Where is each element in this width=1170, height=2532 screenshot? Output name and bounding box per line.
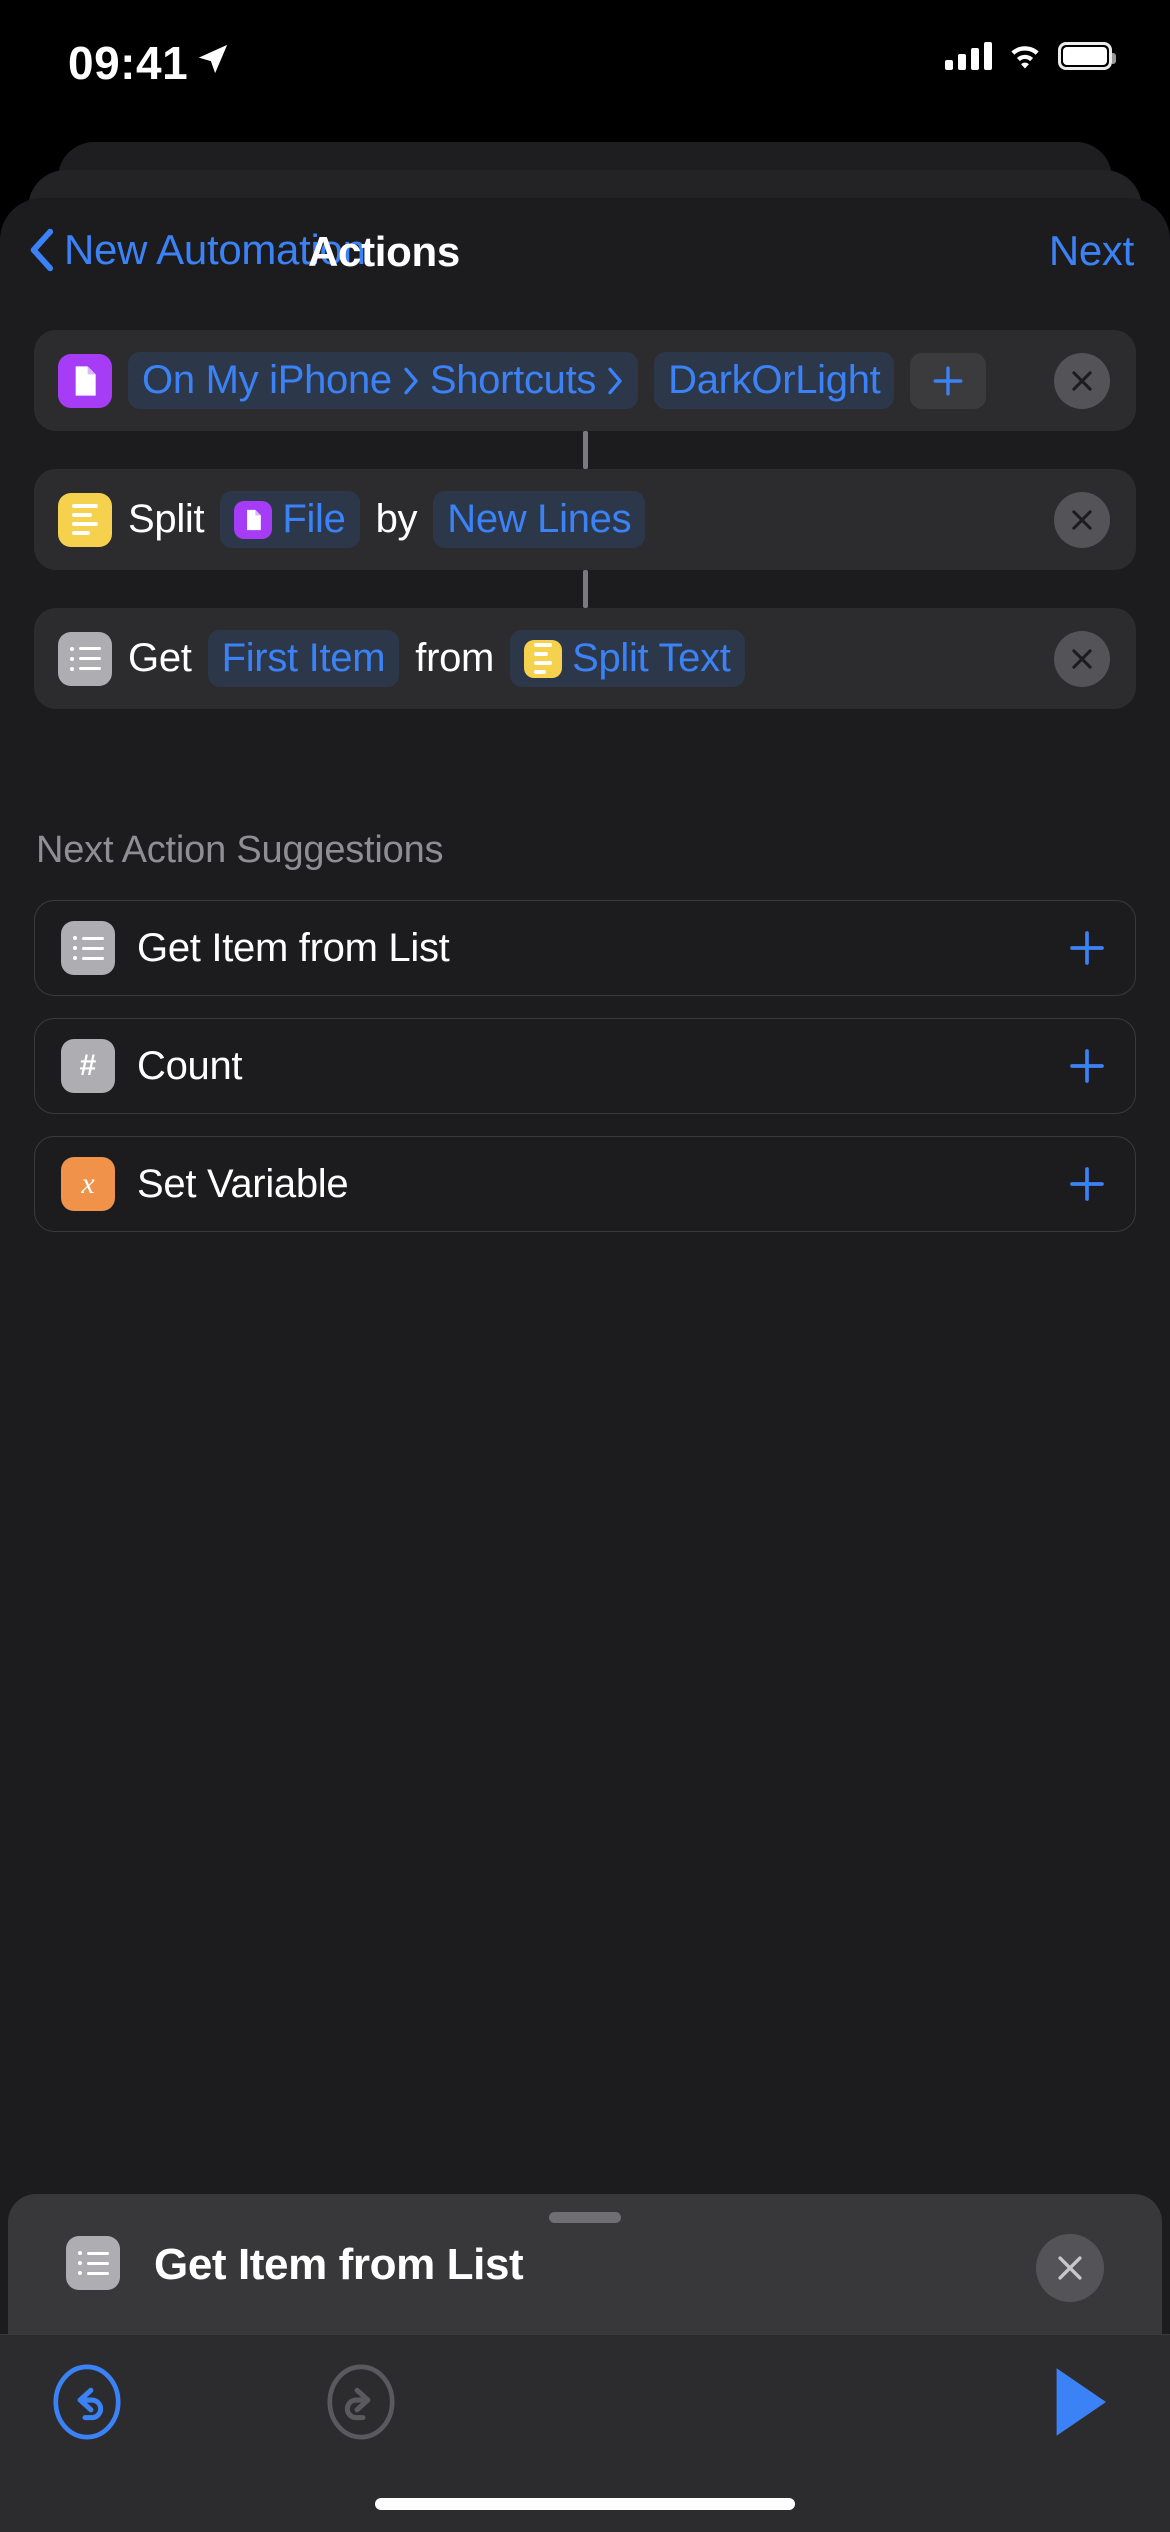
file-document-icon	[58, 353, 112, 408]
suggestions-heading: Next Action Suggestions	[36, 829, 444, 871]
detail-sheet-card: Get Item from List	[8, 2194, 1162, 2334]
chevron-left-icon	[30, 228, 54, 272]
suggestion-row-count[interactable]: # Count	[34, 1018, 1136, 1114]
close-x-icon	[1058, 2256, 1082, 2280]
action-card[interactable]: Split File by New Lines	[34, 469, 1136, 570]
action-list: On My iPhone Shortcuts DarkOrLight Split…	[0, 308, 1170, 709]
suggestion-label: Set Variable	[137, 1161, 349, 1206]
item-index-token[interactable]: First Item	[207, 630, 400, 687]
action-card[interactable]: Get First Item from Split Text	[34, 608, 1136, 709]
iphone-screen: 09:41 New Automation Actions Next On My …	[0, 0, 1170, 2532]
action-word: Get	[128, 636, 192, 680]
suggestion-label: Count	[137, 1043, 243, 1088]
suggestion-label: Get Item from List	[137, 925, 450, 970]
sheet-drag-handle[interactable]	[549, 2212, 621, 2223]
detail-sheet-close-button[interactable]	[1036, 2234, 1104, 2302]
add-file-button[interactable]	[910, 352, 987, 409]
file-path-token[interactable]: On My iPhone Shortcuts	[128, 352, 639, 409]
variable-token-label: File	[282, 497, 346, 541]
status-bar-time: 09:41	[68, 37, 189, 89]
text-lines-icon	[524, 639, 563, 678]
cellular-signal-icon	[945, 40, 992, 70]
actions-sheet: New Automation Actions Next On My iPhone	[0, 198, 1170, 2532]
hash-icon: #	[61, 1039, 115, 1093]
action-word: Split	[128, 497, 205, 541]
remove-action-button[interactable]	[1054, 491, 1110, 548]
detail-sheet: Get Item from List	[0, 2194, 1170, 2334]
path-crumb-1: Shortcuts	[429, 358, 597, 402]
path-crumb-0: On My iPhone	[142, 358, 392, 402]
add-suggestion-button[interactable]	[1067, 1046, 1107, 1086]
remove-action-button[interactable]	[1054, 630, 1110, 687]
plus-icon	[934, 366, 963, 395]
bulleted-list-icon	[66, 2236, 120, 2290]
remove-action-button[interactable]	[1054, 352, 1110, 409]
add-suggestion-button[interactable]	[1067, 1164, 1107, 1204]
redo-arrow-icon[interactable]	[322, 2363, 400, 2441]
action-word: from	[415, 636, 495, 680]
detail-sheet-title: Get Item from List	[154, 2240, 524, 2289]
variable-token-label: Split Text	[572, 636, 731, 680]
variable-x-icon: x	[61, 1157, 115, 1211]
suggestion-row-get-item-from-list[interactable]: Get Item from List	[34, 900, 1136, 996]
battery-full-icon	[1058, 42, 1116, 70]
action-connector	[582, 431, 588, 469]
bulleted-list-icon	[61, 921, 115, 975]
status-bar: 09:41	[0, 0, 1170, 130]
suggestions-list: Get Item from List # Count x Set Variabl	[0, 900, 1170, 1232]
action-card[interactable]: On My iPhone Shortcuts DarkOrLight	[34, 330, 1136, 431]
undo-arrow-icon[interactable]	[48, 2363, 126, 2441]
suggestion-row-set-variable[interactable]: x Set Variable	[34, 1136, 1136, 1232]
page-title: Actions	[308, 228, 460, 275]
close-x-icon	[1072, 648, 1092, 669]
chevron-right-icon	[404, 367, 418, 394]
status-bar-indicators	[945, 40, 1116, 70]
variable-token-split-text[interactable]: Split Text	[510, 630, 745, 687]
play-triangle-icon[interactable]	[1048, 2363, 1112, 2441]
navigation-bar: New Automation Actions Next	[0, 198, 1170, 308]
action-connector	[582, 570, 588, 608]
bulleted-list-icon	[58, 631, 112, 686]
file-name-token[interactable]: DarkOrLight	[654, 352, 895, 409]
close-x-icon	[1072, 509, 1092, 530]
action-word: by	[375, 497, 418, 541]
separator-token[interactable]: New Lines	[433, 491, 646, 548]
location-arrow-icon	[198, 44, 228, 74]
close-x-icon	[1072, 370, 1092, 391]
next-button[interactable]: Next	[1049, 227, 1134, 275]
wifi-icon	[1011, 46, 1039, 69]
chevron-right-icon	[608, 367, 622, 394]
text-lines-icon	[58, 492, 112, 547]
file-document-icon	[234, 500, 273, 539]
add-suggestion-button[interactable]	[1067, 928, 1107, 968]
variable-token-file[interactable]: File	[220, 491, 360, 548]
home-indicator	[375, 2498, 795, 2510]
editor-toolbar	[0, 2334, 1170, 2532]
